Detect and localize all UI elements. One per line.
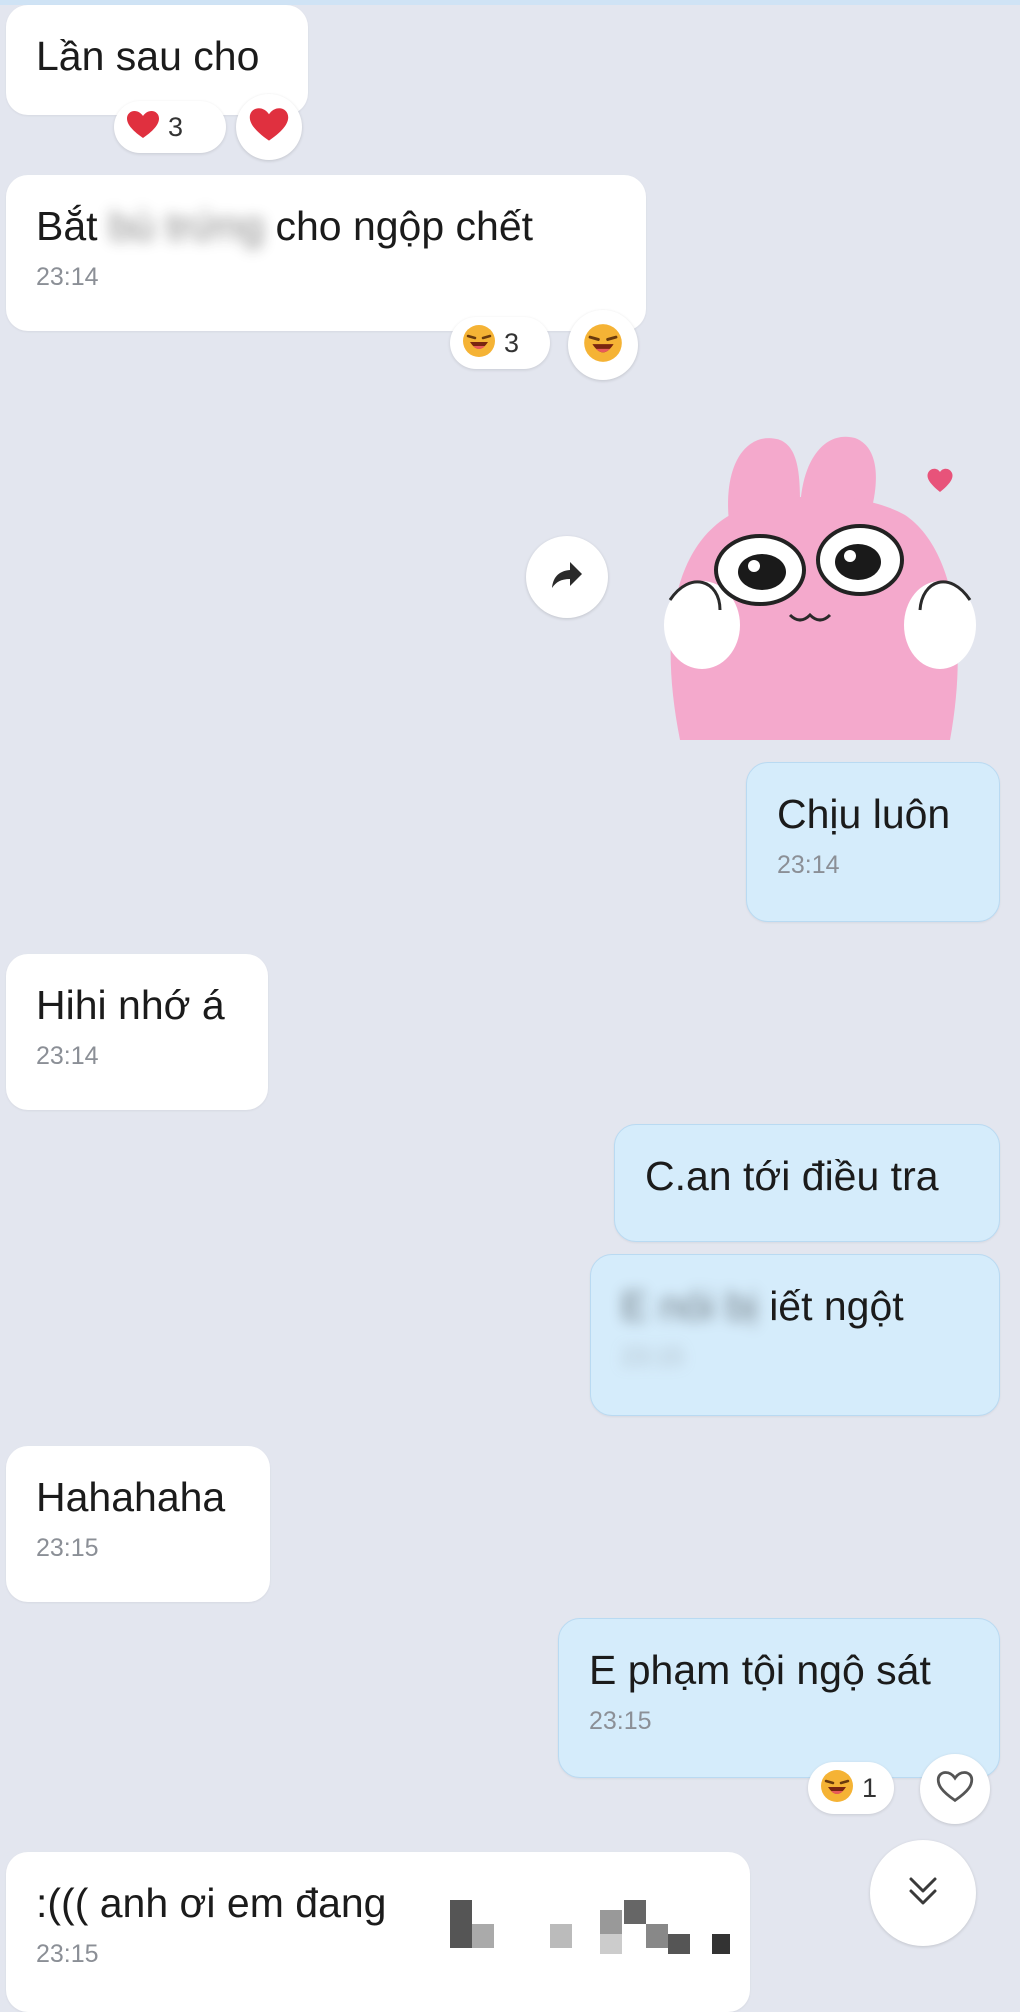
message-text: cho ngộp chết bbox=[275, 203, 534, 249]
message-text: :((( anh ơi em đang bbox=[36, 1880, 387, 1926]
react-heart-button[interactable] bbox=[920, 1754, 990, 1824]
message-text: Chịu luôn bbox=[777, 791, 951, 837]
reaction-count: 3 bbox=[504, 327, 520, 358]
message-incoming[interactable]: Hihi nhớ á 23:14 bbox=[6, 954, 268, 1110]
message-time: 23:14 bbox=[36, 1042, 99, 1070]
reaction-count: 1 bbox=[862, 1772, 878, 1803]
blurred-text: nói bị bbox=[659, 1283, 758, 1329]
message-text: iết ngột bbox=[769, 1283, 904, 1329]
message-outgoing[interactable]: E nói bị iết ngột 23:15 bbox=[590, 1254, 1000, 1416]
pixelated-censor bbox=[450, 1900, 740, 1960]
message-incoming[interactable]: Bắt bù trứng cho ngộp chết 23:14 bbox=[6, 175, 646, 331]
message-outgoing[interactable]: Chịu luôn 23:14 bbox=[746, 762, 1000, 922]
reaction-count: 3 bbox=[168, 111, 184, 142]
heart-outline-icon bbox=[936, 1770, 974, 1809]
message-incoming[interactable]: Hahahaha 23:15 bbox=[6, 1446, 270, 1602]
message-text: E phạm tội ngộ sát bbox=[589, 1647, 931, 1693]
pink-bunny-sticker[interactable] bbox=[650, 420, 990, 740]
double-chevron-down-icon bbox=[903, 1871, 943, 1916]
message-text: Lần sau cho bbox=[36, 33, 260, 79]
react-laugh-button[interactable] bbox=[568, 310, 638, 380]
reaction-count-badge[interactable]: 3 bbox=[114, 101, 226, 153]
reaction-count-badge[interactable]: 3 bbox=[450, 317, 550, 369]
message-text: C.an tới điều tra bbox=[645, 1153, 939, 1199]
message-text: Bắt bbox=[36, 203, 98, 249]
message-time: 23:15 bbox=[621, 1343, 684, 1371]
laughing-face-icon bbox=[462, 324, 496, 363]
message-outgoing[interactable]: C.an tới điều tra bbox=[614, 1124, 1000, 1242]
message-time: 23:14 bbox=[777, 851, 840, 879]
message-text: Hihi nhớ á bbox=[36, 982, 225, 1028]
scroll-to-bottom-button[interactable] bbox=[870, 1840, 976, 1946]
laughing-face-icon bbox=[583, 323, 623, 368]
blurred-text: E bbox=[621, 1283, 649, 1329]
blurred-text: bù trứng bbox=[108, 203, 265, 249]
forward-button[interactable] bbox=[526, 536, 608, 618]
message-text: Hahahaha bbox=[36, 1474, 226, 1520]
message-time: 23:14 bbox=[36, 263, 99, 291]
react-heart-button[interactable] bbox=[236, 94, 302, 160]
message-time: 23:15 bbox=[36, 1534, 99, 1562]
reaction-count-badge[interactable]: 1 bbox=[808, 1762, 894, 1814]
heart-icon bbox=[126, 110, 160, 145]
forward-arrow-icon bbox=[550, 560, 584, 595]
heart-icon bbox=[248, 107, 290, 148]
message-time: 23:15 bbox=[589, 1707, 652, 1735]
laughing-face-icon bbox=[820, 1769, 854, 1808]
message-outgoing[interactable]: E phạm tội ngộ sát 23:15 bbox=[558, 1618, 1000, 1778]
